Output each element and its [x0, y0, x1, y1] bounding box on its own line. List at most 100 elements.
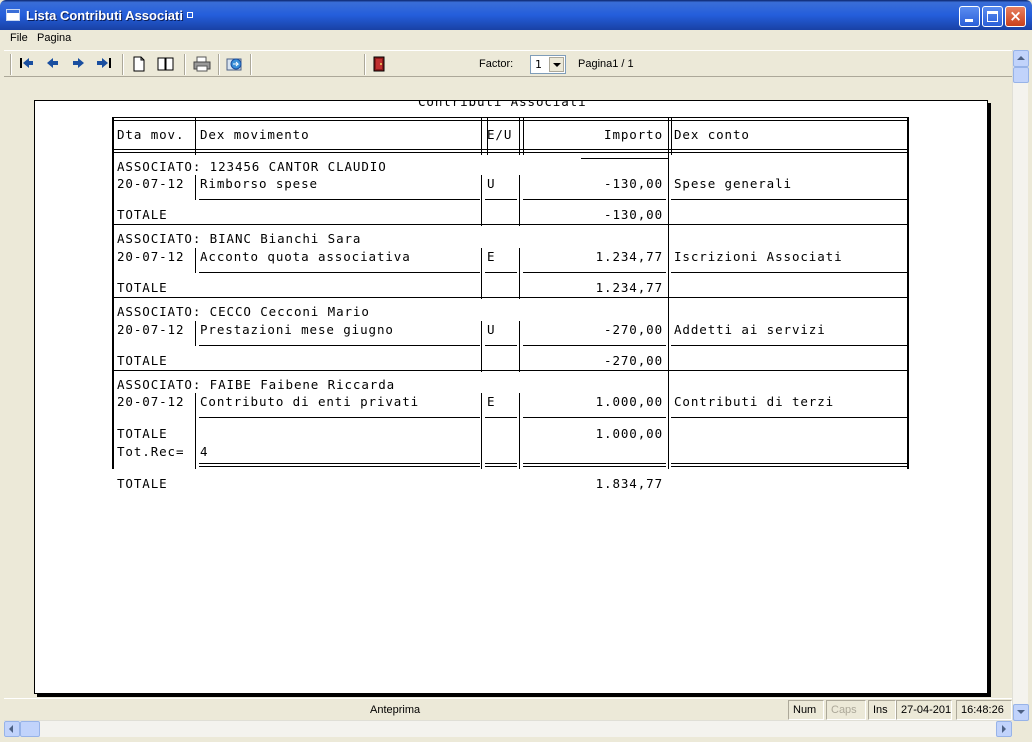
row-amount: 1.234,77 — [595, 249, 663, 264]
status-date: 27-04-2016 — [896, 700, 952, 720]
hscroll-thumb[interactable] — [20, 721, 40, 737]
row-date: 20-07-12 — [117, 249, 185, 264]
vertical-scrollbar[interactable] — [1012, 50, 1029, 721]
col-sep — [668, 298, 669, 372]
scroll-down-icon[interactable] — [1013, 704, 1029, 721]
status-caps: Caps — [826, 700, 866, 720]
header-col-sep — [519, 117, 520, 155]
toolbar-separator — [250, 54, 252, 75]
row-underline — [199, 417, 480, 418]
total-value: 1.000,00 — [595, 426, 663, 441]
total-label: TOTALE — [117, 280, 168, 295]
first-page-icon — [20, 58, 33, 68]
report-page: Contributi Associati Dta mov. Dex movime… — [34, 100, 988, 694]
col-sep — [195, 175, 196, 200]
status-ins: Ins — [868, 700, 896, 720]
status-bar: Anteprima Num Caps Ins 27-04-2016 16:48:… — [4, 698, 1012, 720]
row-date: 20-07-12 — [117, 394, 185, 409]
row-date: 20-07-12 — [117, 322, 185, 337]
menu-pagina[interactable]: Pagina — [37, 32, 71, 44]
row-eu: E — [487, 249, 496, 264]
page-indicator: Pagina1 / 1 — [578, 58, 634, 70]
footer-line — [523, 466, 666, 467]
close-icon: × — [1009, 7, 1022, 25]
close-button[interactable]: × — [1005, 6, 1026, 27]
header-col-sep — [668, 117, 669, 155]
col-sep — [668, 225, 669, 299]
row-description: Contributo di enti privati — [200, 394, 420, 409]
col-sep — [195, 393, 196, 469]
row-eu: U — [487, 322, 496, 337]
scroll-left-icon[interactable] — [4, 721, 20, 737]
factor-select[interactable]: 1 — [530, 55, 566, 74]
header-col-sep — [671, 117, 672, 155]
header-bottom-line — [112, 149, 909, 150]
row-account: Contributi di terzi — [674, 394, 835, 409]
group-label: ASSOCIATO: BIANC Bianchi Sara — [117, 231, 362, 246]
title-mark-icon — [186, 12, 193, 18]
title-bar[interactable]: Lista Contributi Associati × — [0, 0, 1032, 30]
row-amount: 1.000,00 — [595, 394, 663, 409]
col-sep — [668, 155, 669, 226]
status-time: 16:48:26 — [956, 700, 1012, 720]
next-page-button[interactable] — [67, 54, 89, 74]
preview-area[interactable]: Contributi Associati Dta mov. Dex movime… — [4, 78, 1012, 698]
row-account: Addetti ai servizi — [674, 322, 826, 337]
window-title-text: Lista Contributi Associati — [26, 8, 183, 23]
single-page-button[interactable] — [128, 54, 150, 74]
row-date: 20-07-12 — [117, 176, 185, 191]
row-underline — [485, 345, 517, 346]
header-top-line — [112, 117, 909, 118]
row-underline — [199, 345, 480, 346]
status-mode: Anteprima — [370, 704, 421, 716]
last-page-icon — [97, 58, 111, 68]
maximize-button[interactable] — [982, 6, 1003, 27]
last-page-button[interactable] — [93, 54, 115, 74]
two-pages-button[interactable] — [154, 54, 176, 74]
scroll-right-icon[interactable] — [996, 721, 1012, 737]
total-value: -130,00 — [604, 207, 663, 222]
grand-total-label: TOTALE — [117, 476, 168, 491]
window-icon[interactable] — [6, 9, 20, 21]
scroll-up-icon[interactable] — [1013, 50, 1029, 67]
print-button[interactable] — [190, 54, 212, 74]
tot-rec-label: Tot.Rec= — [117, 444, 185, 459]
row-amount: -130,00 — [604, 176, 663, 191]
row-underline — [671, 199, 907, 200]
exit-button[interactable] — [368, 54, 390, 74]
row-eu: E — [487, 394, 496, 409]
tot-rec-value: 4 — [200, 444, 209, 459]
two-pages-icon — [157, 57, 174, 71]
header-col-sep — [523, 117, 524, 155]
menu-file[interactable]: File — [10, 32, 28, 44]
total-value: 1.234,77 — [595, 280, 663, 295]
group-divider — [112, 297, 909, 298]
row-underline — [523, 199, 666, 200]
chevron-down-icon[interactable] — [549, 57, 564, 72]
horizontal-scrollbar[interactable] — [4, 720, 1012, 737]
factor-label: Factor: — [479, 58, 514, 70]
footer-line — [485, 466, 517, 467]
prev-page-icon — [47, 58, 58, 68]
export-button[interactable] — [223, 54, 245, 74]
group-divider — [112, 224, 909, 225]
header-eu: E/U — [487, 127, 513, 142]
total-label: TOTALE — [117, 207, 168, 222]
toolbar-separator — [364, 54, 366, 75]
group-label: ASSOCIATO: FAIBE Faibene Riccarda — [117, 377, 396, 392]
first-page-button[interactable] — [16, 54, 38, 74]
col-sep — [668, 371, 669, 469]
prev-page-button[interactable] — [42, 54, 64, 74]
col-sep — [195, 321, 196, 346]
col-sep — [519, 393, 520, 469]
scroll-thumb[interactable] — [1013, 67, 1029, 83]
row-underline — [485, 199, 517, 200]
amount-underline — [581, 158, 669, 159]
header-top-line — [112, 120, 909, 121]
row-underline — [671, 345, 907, 346]
row-description: Acconto quota associativa — [200, 249, 411, 264]
minimize-button[interactable] — [959, 6, 980, 27]
header-col-sep — [481, 117, 482, 155]
exit-door-icon — [373, 56, 385, 72]
window-title: Lista Contributi Associati — [26, 8, 193, 23]
